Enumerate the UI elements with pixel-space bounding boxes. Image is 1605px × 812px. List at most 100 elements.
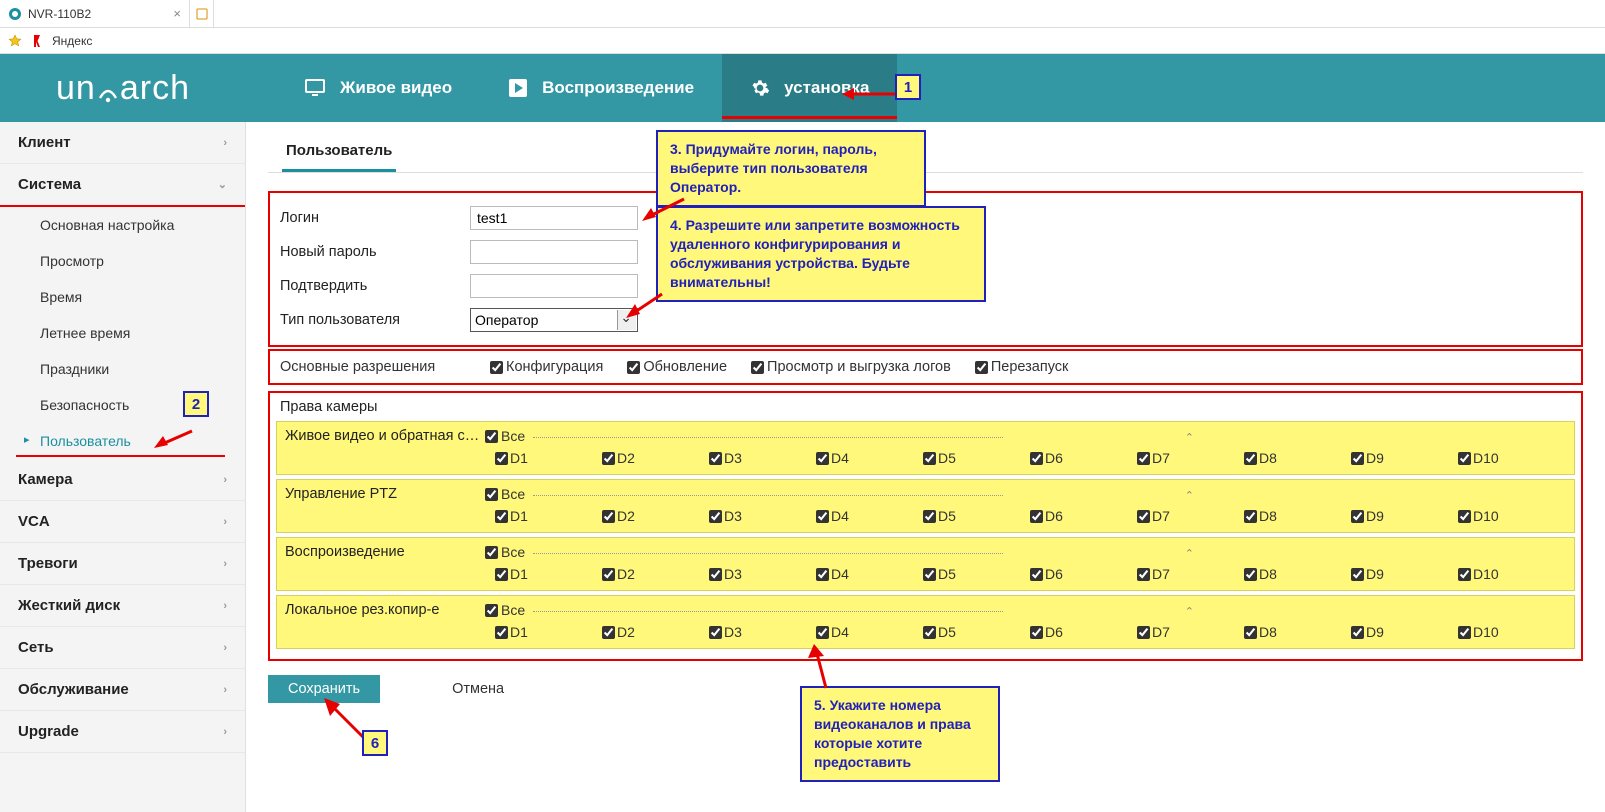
- checkbox-channel[interactable]: [495, 452, 508, 465]
- sidebar-maint[interactable]: Обслуживание›: [0, 669, 245, 711]
- perm-channel[interactable]: D2: [602, 624, 709, 640]
- checkbox-channel[interactable]: [1351, 568, 1364, 581]
- checkbox-channel[interactable]: [923, 568, 936, 581]
- checkbox-channel[interactable]: [602, 510, 615, 523]
- perm-channel[interactable]: D8: [1244, 624, 1351, 640]
- perm-channel[interactable]: D5: [923, 450, 1030, 466]
- sidebar-upgrade[interactable]: Upgrade›: [0, 711, 245, 753]
- checkbox-channel[interactable]: [1458, 452, 1471, 465]
- checkbox-all[interactable]: [485, 546, 498, 559]
- perm-channel[interactable]: D9: [1351, 624, 1458, 640]
- perm-channel[interactable]: D1: [495, 566, 602, 582]
- perm-config[interactable]: Конфигурация: [490, 359, 603, 375]
- checkbox-channel[interactable]: [1458, 626, 1471, 639]
- checkbox-channel[interactable]: [602, 452, 615, 465]
- sidebar-system[interactable]: Система⌄: [0, 164, 245, 207]
- checkbox-channel[interactable]: [1030, 510, 1043, 523]
- perm-channel[interactable]: D6: [1030, 450, 1137, 466]
- perm-channel[interactable]: D1: [495, 508, 602, 524]
- checkbox-channel[interactable]: [709, 452, 722, 465]
- checkbox-channel[interactable]: [1137, 510, 1150, 523]
- checkbox-channel[interactable]: [1244, 510, 1257, 523]
- checkbox-channel[interactable]: [1351, 626, 1364, 639]
- sidebar-vca[interactable]: VCA›: [0, 501, 245, 543]
- checkbox-channel[interactable]: [1244, 452, 1257, 465]
- perm-channel[interactable]: D10: [1458, 508, 1565, 524]
- checkbox-channel[interactable]: [1030, 568, 1043, 581]
- perm-channel[interactable]: D4: [816, 508, 923, 524]
- perm-channel[interactable]: D7: [1137, 450, 1244, 466]
- checkbox-channel[interactable]: [923, 510, 936, 523]
- nav-live-video[interactable]: Живое видео: [276, 54, 480, 122]
- checkbox-channel[interactable]: [1137, 568, 1150, 581]
- perm-channel[interactable]: D5: [923, 566, 1030, 582]
- perm-channel[interactable]: D4: [816, 450, 923, 466]
- collapse-icon[interactable]: ⌃: [1185, 605, 1194, 618]
- sidebar-alarm[interactable]: Тревоги›: [0, 543, 245, 585]
- perm-all[interactable]: Все: [485, 544, 525, 560]
- sidebar-net[interactable]: Сеть›: [0, 627, 245, 669]
- perm-channel[interactable]: D6: [1030, 566, 1137, 582]
- checkbox-channel[interactable]: [1351, 510, 1364, 523]
- nav-playback[interactable]: Воспроизведение: [480, 54, 722, 122]
- checkbox-channel[interactable]: [495, 568, 508, 581]
- checkbox-channel[interactable]: [1030, 626, 1043, 639]
- checkbox-channel[interactable]: [816, 626, 829, 639]
- sidebar-camera[interactable]: Камера›: [0, 459, 245, 501]
- perm-all[interactable]: Все: [485, 428, 525, 444]
- cancel-button[interactable]: Отмена: [432, 675, 524, 703]
- checkbox-channel[interactable]: [1244, 626, 1257, 639]
- perm-channel[interactable]: D4: [816, 566, 923, 582]
- sidebar-item-preview[interactable]: Просмотр: [0, 243, 245, 279]
- tab-close-icon[interactable]: ×: [173, 6, 181, 21]
- checkbox-all[interactable]: [485, 430, 498, 443]
- perm-logs[interactable]: Просмотр и выгрузка логов: [751, 359, 951, 375]
- new-tab-button[interactable]: [190, 0, 214, 27]
- sidebar-item-user[interactable]: Пользователь: [0, 423, 245, 459]
- perm-channel[interactable]: D8: [1244, 566, 1351, 582]
- perm-channel[interactable]: D5: [923, 508, 1030, 524]
- perm-channel[interactable]: D9: [1351, 450, 1458, 466]
- checkbox-channel[interactable]: [1458, 568, 1471, 581]
- checkbox-channel[interactable]: [923, 452, 936, 465]
- new-password-input[interactable]: [470, 240, 638, 264]
- checkbox-all[interactable]: [485, 488, 498, 501]
- checkbox-channel[interactable]: [1458, 510, 1471, 523]
- checkbox-channel[interactable]: [816, 452, 829, 465]
- collapse-icon[interactable]: ⌃: [1185, 489, 1194, 502]
- checkbox-channel[interactable]: [602, 626, 615, 639]
- perm-channel[interactable]: D1: [495, 450, 602, 466]
- perm-channel[interactable]: D8: [1244, 450, 1351, 466]
- checkbox-config[interactable]: [490, 361, 503, 374]
- perm-channel[interactable]: D5: [923, 624, 1030, 640]
- sidebar-item-holiday[interactable]: Праздники: [0, 351, 245, 387]
- checkbox-update[interactable]: [627, 361, 640, 374]
- sidebar-item-dst[interactable]: Летнее время: [0, 315, 245, 351]
- checkbox-channel[interactable]: [1244, 568, 1257, 581]
- checkbox-channel[interactable]: [602, 568, 615, 581]
- collapse-icon[interactable]: ⌃: [1185, 431, 1194, 444]
- checkbox-logs[interactable]: [751, 361, 764, 374]
- tab-user[interactable]: Пользователь: [282, 136, 396, 172]
- checkbox-channel[interactable]: [816, 510, 829, 523]
- checkbox-channel[interactable]: [816, 568, 829, 581]
- perm-channel[interactable]: D3: [709, 566, 816, 582]
- perm-channel[interactable]: D2: [602, 450, 709, 466]
- sidebar-item-time[interactable]: Время: [0, 279, 245, 315]
- login-input[interactable]: [470, 206, 638, 230]
- checkbox-channel[interactable]: [1137, 452, 1150, 465]
- checkbox-channel[interactable]: [495, 626, 508, 639]
- perm-channel[interactable]: D8: [1244, 508, 1351, 524]
- checkbox-channel[interactable]: [923, 626, 936, 639]
- perm-channel[interactable]: D7: [1137, 624, 1244, 640]
- perm-channel[interactable]: D10: [1458, 624, 1565, 640]
- sidebar-client[interactable]: Клиент›: [0, 122, 245, 164]
- checkbox-channel[interactable]: [709, 568, 722, 581]
- sidebar-hdd[interactable]: Жесткий диск›: [0, 585, 245, 627]
- usertype-select[interactable]: Оператор: [470, 308, 638, 332]
- perm-channel[interactable]: D6: [1030, 508, 1137, 524]
- bookmark-yandex[interactable]: Яндекс: [52, 34, 92, 48]
- perm-channel[interactable]: D6: [1030, 624, 1137, 640]
- checkbox-channel[interactable]: [1030, 452, 1043, 465]
- sidebar-item-basic[interactable]: Основная настройка: [0, 207, 245, 243]
